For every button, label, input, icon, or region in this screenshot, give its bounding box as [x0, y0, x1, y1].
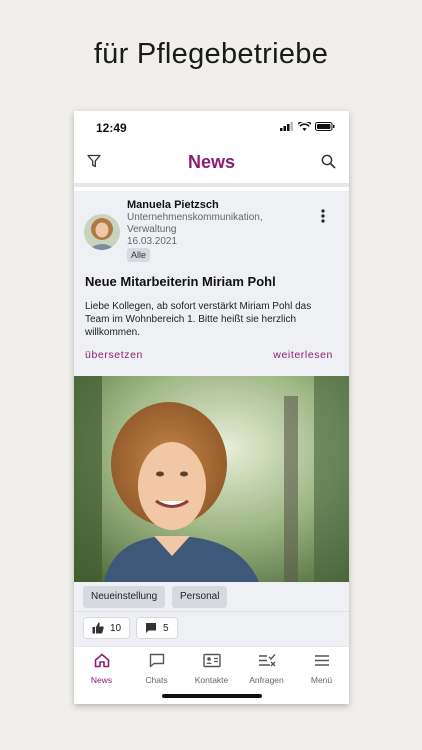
- wifi-icon: [298, 122, 311, 131]
- post-title: Neue Mitarbeiterin Miriam Pohl: [85, 274, 276, 289]
- status-bar: 12:49: [74, 111, 349, 143]
- like-count: 10: [110, 622, 122, 634]
- tab-requests[interactable]: Anfragen: [239, 653, 294, 685]
- like-button[interactable]: 10: [83, 617, 131, 639]
- phone-screen: 12:49 News Manuela Pietzsch Unternehmens…: [74, 111, 349, 704]
- bottom-tab-bar: News Chats Kontakte Anfragen Menü: [74, 646, 349, 704]
- author-avatar[interactable]: [84, 214, 120, 250]
- reaction-row: 10 5: [74, 612, 349, 646]
- home-indicator[interactable]: [162, 694, 262, 698]
- tag-chip[interactable]: Personal: [172, 586, 228, 608]
- comment-button[interactable]: 5: [136, 617, 178, 639]
- promo-headline: für Pflegebetriebe: [93, 38, 329, 70]
- comment-icon: [146, 623, 156, 633]
- read-more-button[interactable]: weiterlesen: [273, 349, 333, 361]
- more-options-icon[interactable]: [321, 209, 325, 228]
- tab-chats[interactable]: Chats: [129, 653, 184, 685]
- requests-icon: [258, 654, 276, 667]
- search-icon[interactable]: [321, 154, 336, 174]
- contact-card-icon: [202, 653, 221, 668]
- author-meta: Unternehmenskommunikation, Verwaltung 16…: [127, 212, 287, 248]
- page-title: News: [187, 152, 236, 172]
- battery-icon: [315, 122, 335, 131]
- tab-label: Chats: [145, 675, 168, 685]
- tab-label: News: [90, 675, 113, 685]
- post-body: Liebe Kollegen, ab sofort verstärkt Miri…: [85, 301, 312, 338]
- tab-label: Menü: [310, 675, 333, 685]
- author-name[interactable]: Manuela Pietzsch: [127, 199, 219, 211]
- post-image[interactable]: [74, 376, 349, 582]
- app-bar: News: [74, 143, 349, 187]
- audience-badge: Alle: [127, 248, 151, 262]
- tag-row: Neueinstellung Personal: [74, 582, 349, 612]
- tab-contacts[interactable]: Kontakte: [184, 653, 239, 685]
- status-icons: [280, 122, 335, 131]
- post-date: 16.03.2021: [127, 236, 178, 247]
- translate-button[interactable]: übersetzen: [85, 349, 143, 361]
- tab-label: Kontakte: [194, 675, 229, 685]
- tab-label: Anfragen: [249, 675, 284, 685]
- author-department-line1: Unternehmenskommunikation,: [127, 212, 263, 223]
- thumbs-up-icon: [92, 622, 104, 634]
- chat-icon: [149, 653, 164, 668]
- menu-icon: [314, 655, 329, 666]
- tab-news[interactable]: News: [74, 653, 129, 685]
- home-icon: [94, 653, 109, 668]
- news-post-card[interactable]: Manuela Pietzsch Unternehmenskommunikati…: [74, 191, 349, 376]
- comment-count: 5: [163, 622, 169, 634]
- status-time: 12:49: [96, 121, 127, 135]
- tab-menu[interactable]: Menü: [294, 653, 349, 685]
- signal-icon: [280, 122, 293, 131]
- tag-chip[interactable]: Neueinstellung: [83, 586, 166, 608]
- author-department-line2: Verwaltung: [127, 224, 177, 235]
